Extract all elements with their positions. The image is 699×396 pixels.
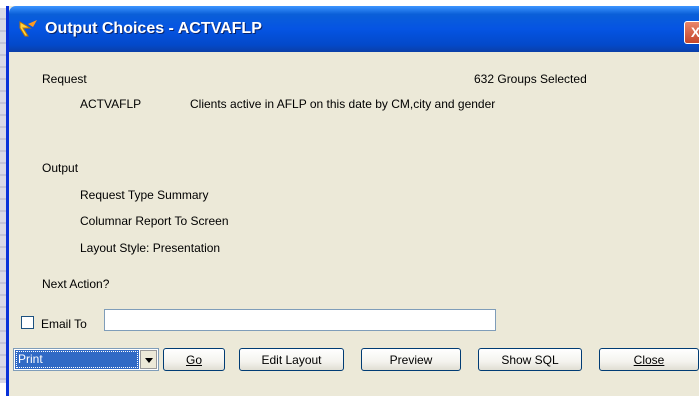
groups-selected-count: 632 Groups Selected <box>474 72 587 86</box>
output-choices-dialog: Output Choices - ACTVAFLP X Request 632 … <box>6 6 699 396</box>
output-request-type: Request Type Summary <box>80 188 209 202</box>
go-button[interactable]: Go <box>163 348 225 371</box>
output-columnar-report: Columnar Report To Screen <box>80 214 229 228</box>
edit-layout-button[interactable]: Edit Layout <box>239 348 344 371</box>
action-select-value: Print <box>15 350 139 369</box>
close-button[interactable]: Close <box>599 348 699 371</box>
title-bar[interactable]: Output Choices - ACTVAFLP X <box>9 6 699 52</box>
email-to-input[interactable] <box>104 309 496 331</box>
next-action-label: Next Action? <box>42 277 110 291</box>
request-description: Clients active in AFLP on this date by C… <box>190 97 496 111</box>
close-icon: X <box>690 24 699 40</box>
email-to-label: Email To <box>41 317 87 331</box>
request-code: ACTVAFLP <box>80 97 142 111</box>
chevron-down-icon[interactable] <box>140 350 157 369</box>
output-layout-style: Layout Style: Presentation <box>80 241 221 255</box>
close-window-button[interactable]: X <box>684 21 699 44</box>
action-select[interactable]: Print <box>13 348 159 371</box>
preview-button[interactable]: Preview <box>361 348 461 371</box>
app-arrow-icon <box>19 19 39 40</box>
request-label: Request <box>42 72 87 86</box>
show-sql-button[interactable]: Show SQL <box>478 348 582 371</box>
window-title: Output Choices - ACTVAFLP <box>45 20 262 37</box>
email-checkbox[interactable] <box>21 316 34 329</box>
output-label: Output <box>42 161 79 175</box>
